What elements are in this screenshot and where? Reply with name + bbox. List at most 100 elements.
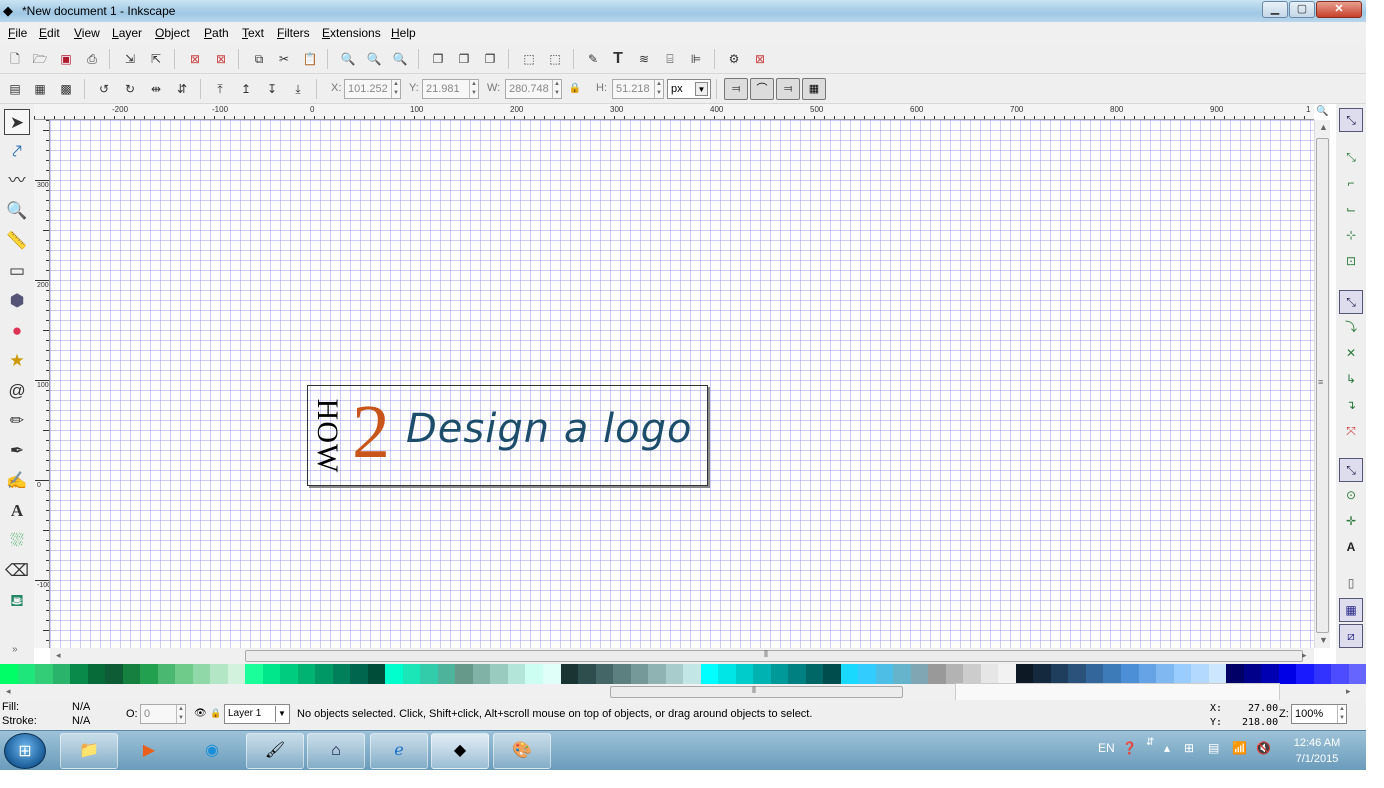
palette-swatch[interactable] bbox=[753, 664, 771, 684]
calligraphy-tool-icon[interactable]: ✍ bbox=[4, 468, 30, 494]
deselect-icon[interactable]: ▩ bbox=[57, 80, 75, 98]
palette-swatch[interactable] bbox=[367, 664, 386, 684]
x-field[interactable]: 101.252 ▲ ▼ bbox=[344, 79, 401, 99]
palette-swatch[interactable] bbox=[1296, 664, 1314, 684]
zoom-corner-icon[interactable]: 🔍 bbox=[1316, 106, 1328, 117]
xml-editor-icon[interactable]: ⌸ bbox=[661, 50, 679, 68]
import-icon[interactable]: ⇲ bbox=[121, 50, 139, 68]
snap-smooth-nodes-icon[interactable]: ↴ bbox=[1339, 394, 1363, 418]
menu-layer[interactable]: Layer bbox=[112, 26, 142, 40]
undo-icon[interactable]: ⊠ bbox=[186, 50, 204, 68]
snap-guides-icon[interactable]: ⧄ bbox=[1339, 624, 1363, 648]
close-button[interactable]: ✕ bbox=[1316, 1, 1362, 18]
drawing-canvas[interactable]: HOW 2 Design a logo bbox=[50, 120, 1314, 648]
palette-swatch[interactable] bbox=[1226, 664, 1244, 684]
snap-bbox-icon[interactable]: ⤡ bbox=[1339, 146, 1363, 170]
palette-swatch[interactable] bbox=[437, 664, 456, 684]
paint-palette-taskbar-icon[interactable]: 🎨 bbox=[493, 733, 551, 769]
tray-options-icon[interactable]: ⇵ bbox=[1146, 737, 1154, 748]
inkscape-app-icon[interactable]: ◆ bbox=[3, 3, 13, 19]
spin-arrows-icon[interactable]: ▲ ▼ bbox=[1337, 705, 1346, 723]
palette-swatch[interactable] bbox=[1138, 664, 1157, 684]
spin-arrows-icon[interactable]: ▲ ▼ bbox=[176, 705, 185, 723]
print-icon[interactable]: ⎙ bbox=[83, 50, 101, 68]
snap-enable-icon[interactable]: ⤡ bbox=[1339, 108, 1363, 132]
palette-swatch[interactable] bbox=[105, 664, 123, 684]
palette-swatch[interactable] bbox=[648, 664, 666, 684]
palette-swatch[interactable] bbox=[507, 664, 526, 684]
palette-swatch[interactable] bbox=[157, 664, 176, 684]
pencil-tool-icon[interactable]: ✏ bbox=[4, 408, 30, 434]
palette-swatch[interactable] bbox=[735, 664, 754, 684]
scroll-up-icon[interactable]: ▲ bbox=[1319, 122, 1328, 132]
palette-swatch[interactable] bbox=[385, 664, 403, 684]
snap-bbox-edge-icon[interactable]: ⌐ bbox=[1339, 172, 1363, 196]
palette-swatch[interactable] bbox=[332, 664, 351, 684]
palette-swatch[interactable] bbox=[665, 664, 684, 684]
menu-path[interactable]: Path bbox=[204, 26, 229, 40]
zoom-field[interactable]: 100% ▲ ▼ bbox=[1291, 704, 1347, 724]
palette-swatch[interactable] bbox=[770, 664, 789, 684]
scroll-right-icon[interactable]: ▸ bbox=[1346, 686, 1351, 697]
raise-to-top-icon[interactable]: ⤒ bbox=[211, 80, 229, 98]
w-field[interactable]: 280.748 ▲ ▼ bbox=[505, 79, 562, 99]
h-field[interactable]: 51.218 ▲ ▼ bbox=[612, 79, 664, 99]
palette-swatch[interactable] bbox=[613, 664, 631, 684]
scroll-right-icon[interactable]: ▸ bbox=[1302, 650, 1307, 661]
palette-swatch[interactable] bbox=[1015, 664, 1034, 684]
vertical-scrollbar[interactable]: ▲ ≡ ▼ bbox=[1314, 120, 1330, 648]
snap-nodes-icon[interactable]: ⤡ bbox=[1339, 290, 1363, 314]
spin-arrows-icon[interactable]: ▲ ▼ bbox=[469, 80, 478, 98]
palette-swatch[interactable] bbox=[210, 664, 228, 684]
stroke-value[interactable]: N/A bbox=[72, 715, 90, 727]
palette-swatch[interactable] bbox=[1033, 664, 1051, 684]
inkscape-taskbar-icon[interactable]: ◆ bbox=[431, 733, 489, 769]
palette-swatch[interactable] bbox=[963, 664, 981, 684]
lower-to-bottom-icon[interactable]: ⤓ bbox=[289, 80, 307, 98]
palette-swatch[interactable] bbox=[805, 664, 824, 684]
hp-app-taskbar-icon[interactable]: ⌂ bbox=[307, 733, 365, 769]
unlink-clone-icon[interactable]: ❐ bbox=[481, 50, 499, 68]
flip-vertical-icon[interactable]: ⇵ bbox=[173, 80, 191, 98]
redo-icon[interactable]: ⊠ bbox=[212, 50, 230, 68]
media-player-taskbar-icon[interactable]: ▶ bbox=[120, 733, 178, 769]
system-clock[interactable]: 12:46 AM 7/1/2015 bbox=[1282, 735, 1352, 767]
zoom-selection-icon[interactable]: 🔍 bbox=[339, 50, 357, 68]
palette-swatch[interactable] bbox=[1156, 664, 1174, 684]
palette-swatch[interactable] bbox=[893, 664, 911, 684]
palette-swatch[interactable] bbox=[70, 664, 88, 684]
rotate-ccw-icon[interactable]: ↺ bbox=[95, 80, 113, 98]
eye-icon[interactable]: 👁 bbox=[194, 708, 207, 719]
fill-value[interactable]: N/A bbox=[72, 701, 90, 713]
palette-swatch[interactable] bbox=[17, 664, 36, 684]
explorer-taskbar-icon[interactable]: 📁 bbox=[60, 733, 118, 769]
y-field[interactable]: 21.981 ▲ ▼ bbox=[422, 79, 479, 99]
internet-explorer-taskbar-icon[interactable]: ℯ bbox=[370, 733, 428, 769]
palette-swatch[interactable] bbox=[87, 664, 106, 684]
ungroup-icon[interactable]: ⬚ bbox=[546, 50, 564, 68]
palette-swatch[interactable] bbox=[595, 664, 614, 684]
fill-stroke-icon[interactable]: ✎ bbox=[584, 50, 602, 68]
scroll-left-icon[interactable]: ◂ bbox=[56, 650, 61, 661]
palette-swatch[interactable] bbox=[542, 664, 561, 684]
node-tool-icon[interactable]: ⤤ bbox=[4, 139, 30, 165]
logo-group[interactable]: HOW 2 Design a logo bbox=[307, 385, 708, 486]
scale-corners-toggle[interactable]: ⌒ bbox=[750, 78, 774, 100]
device-icon[interactable]: ▤ bbox=[1208, 741, 1219, 755]
palette-swatch[interactable] bbox=[280, 664, 298, 684]
volume-muted-icon[interactable]: 🔇 bbox=[1256, 741, 1271, 755]
palette-swatch[interactable] bbox=[192, 664, 211, 684]
browser-taskbar-icon[interactable]: ◉ bbox=[183, 733, 241, 769]
layer-select[interactable]: Layer 1 ▼ bbox=[224, 704, 290, 724]
spin-arrows-icon[interactable]: ▲ ▼ bbox=[654, 80, 663, 98]
palette-swatch[interactable] bbox=[1208, 664, 1227, 684]
tweak-tool-icon[interactable]: 〰 bbox=[4, 168, 30, 194]
horizontal-scroll-thumb[interactable] bbox=[245, 650, 1303, 662]
layers-icon[interactable]: ≋ bbox=[635, 50, 653, 68]
lower-icon[interactable]: ↧ bbox=[263, 80, 281, 98]
palette-swatch[interactable] bbox=[455, 664, 473, 684]
palette-swatch[interactable] bbox=[315, 664, 333, 684]
paint-bucket-tool-icon[interactable]: ⛾ bbox=[4, 588, 30, 614]
menu-edit[interactable]: Edit bbox=[39, 26, 60, 40]
scroll-left-icon[interactable]: ◂ bbox=[6, 686, 11, 697]
